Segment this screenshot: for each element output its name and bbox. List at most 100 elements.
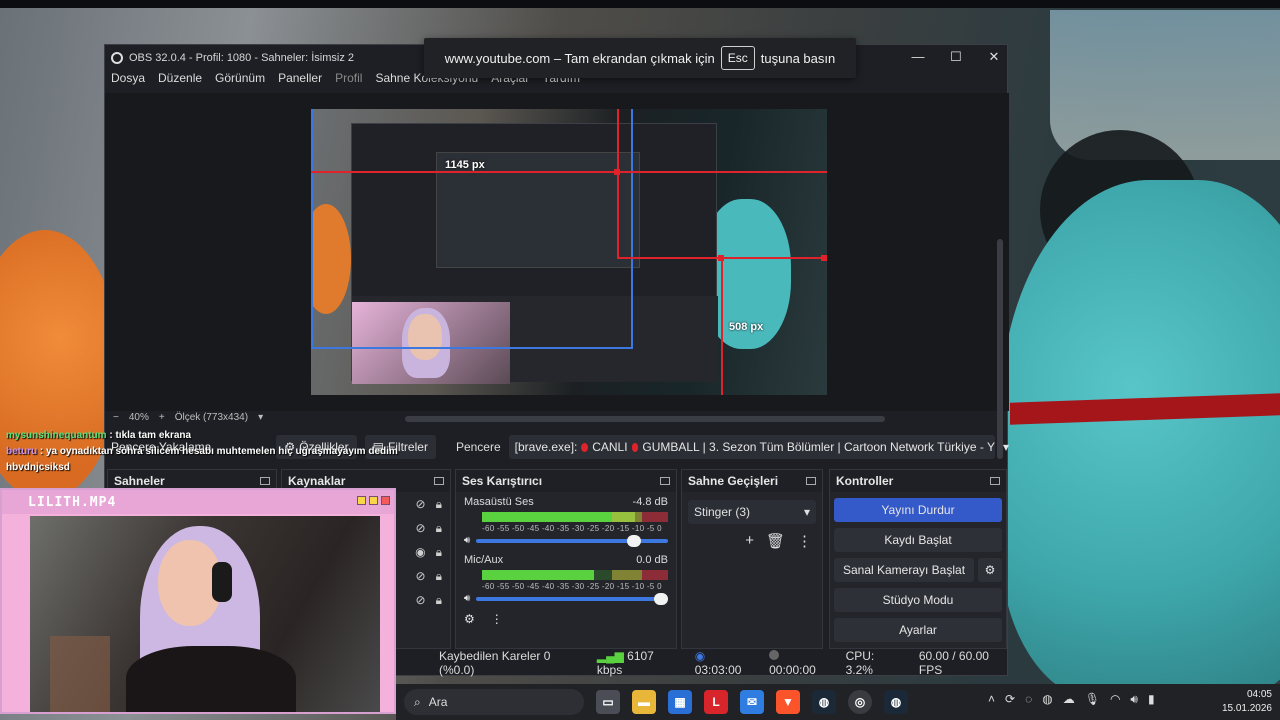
chevron-down-icon[interactable]: ▾ — [258, 412, 263, 423]
channel-db: -4.8 dB — [632, 496, 668, 508]
wifi-icon[interactable]: ◠ — [1110, 692, 1120, 707]
menu-duzenle[interactable]: Düzenle — [158, 71, 202, 91]
toast-prefix: www.youtube.com – Tam ekrandan çıkmak iç… — [444, 50, 715, 66]
taskbar-apps: ▭ ▬ ▦ L ✉ ▼ ◍ ◎ ◍ — [596, 690, 908, 714]
volume-slider[interactable]: 🔊︎ — [464, 592, 668, 605]
transition-select[interactable]: Stinger (3) ▾ — [688, 500, 816, 524]
system-tray: ˄ ⟳ ◌ ◍ ☁ 🎙︎ ◠ 🔊︎ ▮ — [988, 692, 1155, 707]
scale-label[interactable]: Ölçek (773x434) — [175, 412, 248, 423]
live-dot-icon — [631, 442, 639, 452]
minimize-button[interactable]: — — [911, 49, 925, 65]
chevron-up-icon[interactable]: ˄ — [988, 692, 995, 707]
transform-handle[interactable] — [614, 169, 620, 175]
preview-scrollbar-horizontal[interactable] — [405, 416, 885, 422]
sync-icon[interactable]: ⟳ — [1005, 692, 1015, 707]
maximize-button[interactable]: ☐ — [949, 49, 963, 65]
speaker-icon[interactable]: 🔊︎ — [464, 593, 470, 604]
taskbar-search[interactable]: ⌕ Ara — [404, 689, 584, 715]
obs-icon[interactable]: ◎ — [848, 690, 872, 714]
preview-scrollbar-vertical[interactable] — [997, 239, 1003, 459]
steam-icon[interactable]: ◍ — [1042, 692, 1052, 707]
eye-icon[interactable]: ⊘ — [416, 521, 426, 535]
lock-icon[interactable]: 🔒︎ — [436, 545, 442, 560]
chat-message: mysunshinequantum : tıkla tam ekrana — [6, 428, 398, 444]
transition-tools: + 🗑︎ ⋮ — [682, 532, 822, 550]
undock-icon[interactable] — [806, 477, 816, 485]
speaker-icon[interactable]: 🔊︎ — [464, 535, 470, 546]
slider-knob[interactable] — [654, 592, 668, 605]
lock-icon[interactable]: 🔒︎ — [436, 593, 442, 608]
app-l-icon[interactable]: L — [704, 690, 728, 714]
selection-box[interactable] — [311, 109, 633, 349]
window-exe: [brave.exe]: — [514, 440, 578, 454]
preview-canvas[interactable]: 1145 px 508 px — [311, 109, 827, 395]
more-icon[interactable]: ⋮ — [797, 532, 812, 550]
eye-icon[interactable]: ⊘ — [416, 593, 426, 607]
transform-handle[interactable] — [718, 255, 724, 261]
battery-icon[interactable]: ▮ — [1148, 692, 1155, 707]
undock-icon[interactable] — [434, 477, 444, 485]
mic-icon[interactable]: 🎙︎ — [1085, 692, 1100, 707]
stop-stream-button[interactable]: Yayını Durdur — [834, 498, 1002, 522]
menu-dosya[interactable]: Dosya — [111, 71, 145, 91]
more-icon[interactable]: ⋮ — [491, 612, 503, 626]
controls-dock-title: Kontroller — [830, 470, 1006, 492]
undock-icon[interactable] — [660, 477, 670, 485]
zoom-out-button[interactable]: − — [113, 412, 119, 423]
menu-paneller[interactable]: Paneller — [278, 71, 322, 91]
fps: 60.00 / 60.00 FPS — [918, 649, 989, 677]
gear-icon[interactable]: ⚙ — [978, 558, 1002, 582]
lock-icon[interactable]: 🔒︎ — [436, 569, 442, 584]
close-button[interactable]: ✕ — [987, 49, 1001, 65]
mixer-dock-title: Ses Karıştırıcı — [456, 470, 676, 492]
volume-icon[interactable]: 🔊︎ — [1130, 692, 1138, 707]
zoom-in-button[interactable]: + — [159, 412, 165, 423]
transform-handle[interactable] — [821, 255, 827, 261]
slider-knob[interactable] — [627, 534, 642, 547]
eye-icon[interactable]: ⊘ — [416, 497, 426, 511]
window-label: Pencere — [455, 440, 501, 454]
steam-icon[interactable]: ◍ — [812, 690, 836, 714]
trash-icon[interactable]: 🗑︎ — [766, 532, 785, 550]
chat-user: mysunshinequantum — [6, 430, 107, 441]
channel-db: 0.0 dB — [636, 554, 668, 566]
file-explorer-icon[interactable]: ▬ — [632, 690, 656, 714]
webcam-video — [30, 516, 380, 712]
advanced-audio-icon[interactable]: ⚙ — [464, 612, 475, 626]
store-icon[interactable]: ▦ — [668, 690, 692, 714]
guide-line-horizontal — [311, 171, 827, 173]
window-live: CANLI — [592, 440, 628, 454]
live-dot-icon — [581, 442, 589, 452]
tray-app-icon[interactable]: ◌ — [1025, 692, 1032, 707]
chevron-down-icon[interactable]: ▾ — [1003, 440, 1009, 454]
transitions-dock: Sahne Geçişleri Stinger (3) ▾ + 🗑︎ ⋮ — [681, 469, 823, 649]
chat-message: beturu : ya oynadıktan sohra silicem hes… — [6, 444, 398, 460]
slider-track[interactable] — [476, 534, 668, 547]
add-icon[interactable]: + — [745, 532, 754, 550]
eye-icon[interactable]: ◉ — [415, 545, 425, 559]
menu-profil[interactable]: Profil — [335, 71, 362, 91]
guide-line-right — [721, 259, 723, 395]
webcam-overlay: LILITH.MP4 — [0, 488, 396, 714]
steam-icon[interactable]: ◍ — [884, 690, 908, 714]
window-select[interactable]: [brave.exe]: CANLI GUMBALL | 3. Sezon Tü… — [508, 435, 995, 459]
start-recording-button[interactable]: Kaydı Başlat — [834, 528, 1002, 552]
start-virtual-camera-button[interactable]: Sanal Kamerayı Başlat — [834, 558, 974, 582]
task-view-icon[interactable]: ▭ — [596, 690, 620, 714]
volume-slider[interactable]: 🔊︎ — [464, 534, 668, 547]
cloud-icon[interactable]: ☁ — [1063, 692, 1075, 707]
undock-icon[interactable] — [260, 477, 270, 485]
lock-icon[interactable]: 🔒︎ — [436, 497, 442, 512]
brave-icon[interactable]: ▼ — [776, 690, 800, 714]
lock-icon[interactable]: 🔒︎ — [436, 521, 442, 536]
menu-gorunum[interactable]: Görünüm — [215, 71, 265, 91]
settings-button[interactable]: Ayarlar — [834, 618, 1002, 642]
slider-track[interactable] — [476, 592, 668, 605]
volume-meter — [482, 512, 668, 522]
channel-name: Masaüstü Ses — [464, 496, 534, 508]
mail-icon[interactable]: ✉ — [740, 690, 764, 714]
undock-icon[interactable] — [990, 477, 1000, 485]
clock[interactable]: 04:05 15.01.2026 — [1222, 688, 1272, 716]
studio-mode-button[interactable]: Stüdyo Modu — [834, 588, 1002, 612]
eye-icon[interactable]: ⊘ — [416, 569, 426, 583]
